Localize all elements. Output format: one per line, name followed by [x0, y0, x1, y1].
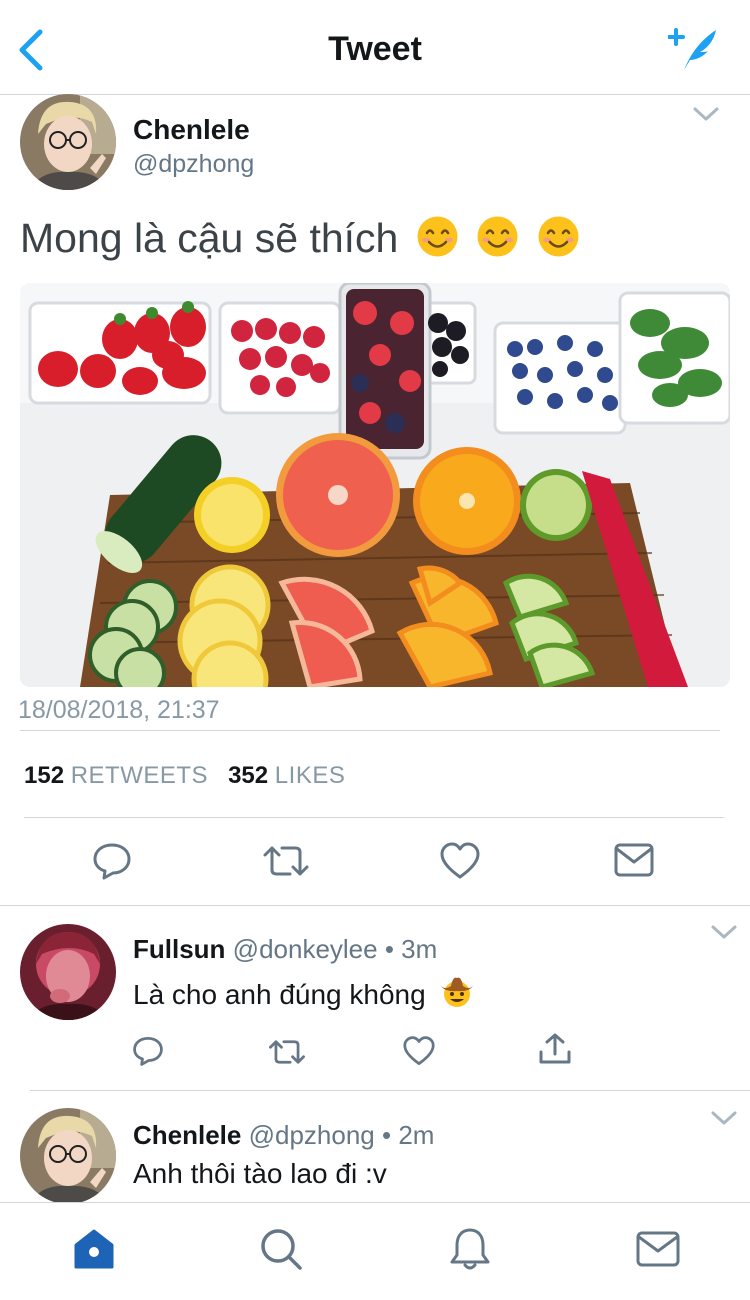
reply-icon[interactable]	[92, 842, 132, 880]
chevron-down-icon[interactable]	[692, 106, 720, 122]
retweet-icon[interactable]	[268, 1037, 306, 1067]
author-name[interactable]: Chenlele	[133, 114, 250, 146]
compose-icon[interactable]	[667, 26, 722, 74]
tweet-text-content: Mong là cậu sẽ thích	[20, 215, 399, 261]
reply-text-content: Là cho anh đúng không	[133, 979, 426, 1010]
reply-text: Là cho anh đúng không	[133, 972, 475, 1011]
page-title: Tweet	[328, 30, 422, 68]
share-icon[interactable]	[538, 1032, 572, 1066]
mail-icon[interactable]	[634, 1225, 682, 1273]
author-handle[interactable]: @dpzhong	[133, 150, 254, 179]
cowboy-face-emoji	[439, 972, 475, 1008]
search-icon[interactable]	[257, 1225, 305, 1273]
avatar[interactable]	[20, 924, 116, 1020]
tweet-stats: 152 RETWEETS 352 LIKES	[24, 762, 345, 790]
likes-label[interactable]: LIKES	[275, 762, 346, 789]
reply-meta[interactable]: @dpzhong • 2m	[249, 1120, 435, 1150]
dm-icon[interactable]	[614, 843, 654, 877]
smiling-face-emoji	[416, 215, 459, 258]
retweet-icon[interactable]	[262, 842, 310, 880]
tweet-text: Mong là cậu sẽ thích	[20, 215, 580, 262]
top-bar: Tweet	[0, 0, 750, 95]
reply-icon[interactable]	[132, 1036, 164, 1066]
reply-header: Fullsun @donkeylee • 3m	[133, 934, 437, 965]
reply-meta[interactable]: @donkeylee • 3m	[233, 934, 438, 964]
smiling-face-emoji	[537, 215, 580, 258]
like-icon[interactable]	[403, 1036, 435, 1066]
avatar[interactable]	[20, 94, 116, 190]
divider	[24, 817, 724, 818]
avatar[interactable]	[20, 1108, 116, 1204]
retweets-label[interactable]: RETWEETS	[71, 762, 208, 789]
bell-icon[interactable]	[446, 1225, 494, 1273]
home-icon[interactable]	[70, 1225, 118, 1273]
divider	[0, 905, 750, 906]
chevron-down-icon[interactable]	[710, 924, 738, 940]
tweet-timestamp: 18/08/2018, 21:37	[18, 696, 220, 724]
retweets-count[interactable]: 152	[24, 762, 64, 789]
chevron-down-icon[interactable]	[710, 1110, 738, 1126]
tweet-photo[interactable]	[20, 283, 730, 687]
reply-author-name[interactable]: Chenlele	[133, 1120, 241, 1150]
smiling-face-emoji	[476, 215, 519, 258]
reply-text: Anh thôi tào lao đi :v	[133, 1158, 387, 1189]
like-icon[interactable]	[440, 842, 480, 880]
divider	[30, 1090, 750, 1091]
likes-count[interactable]: 352	[228, 762, 268, 789]
divider	[20, 730, 720, 731]
tab-bar	[0, 1202, 750, 1300]
reply-author-name[interactable]: Fullsun	[133, 934, 225, 964]
reply-header: Chenlele @dpzhong • 2m	[133, 1120, 434, 1151]
